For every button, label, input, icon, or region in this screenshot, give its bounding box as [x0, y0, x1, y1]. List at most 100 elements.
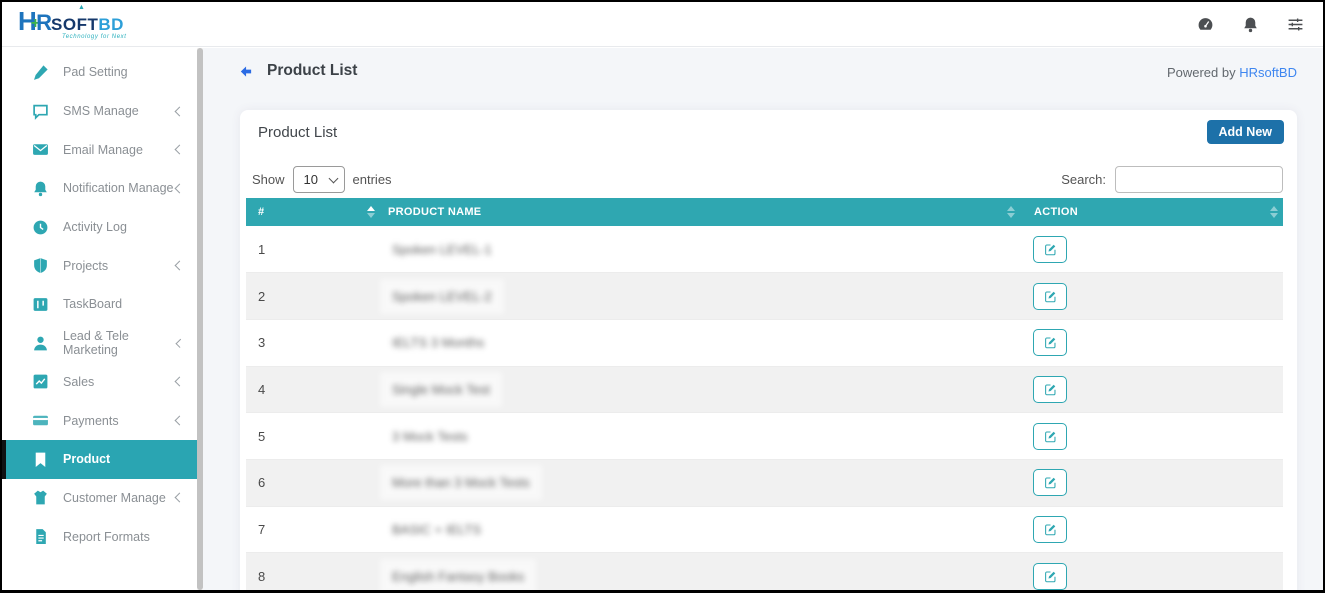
- edit-icon: [1044, 523, 1057, 536]
- action-cell: [1020, 366, 1283, 413]
- table-row: 4Single Mock Test: [246, 366, 1283, 413]
- bell-icon[interactable]: [1242, 16, 1260, 34]
- sidebar-item-product[interactable]: Product: [2, 440, 197, 479]
- payments-icon: [32, 412, 49, 429]
- row-number: 1: [246, 226, 380, 273]
- table-row: 8English Fantasy Books: [246, 553, 1283, 590]
- sidebar-item-payments[interactable]: Payments: [2, 401, 197, 440]
- powered-by-link[interactable]: HRsoftBD: [1239, 65, 1297, 80]
- add-new-button[interactable]: Add New: [1207, 120, 1284, 144]
- product-name-cell: BASIC + IELTS: [380, 506, 1020, 553]
- sidebar-item-email-manage[interactable]: Email Manage: [2, 130, 197, 169]
- table-row: 2Spoken LEVEL-2: [246, 273, 1283, 320]
- back-button[interactable]: [238, 64, 253, 79]
- action-cell: [1020, 273, 1283, 320]
- powered-by: Powered by HRsoftBD: [1167, 65, 1297, 80]
- column-header-label: PRODUCT NAME: [388, 206, 481, 218]
- page-length-select-wrap: 10: [293, 166, 345, 193]
- table-row: 1Spoken LEVEL-1: [246, 226, 1283, 273]
- table-row: 53 Mock Tests: [246, 413, 1283, 460]
- sidebar-scrollbar[interactable]: [197, 48, 203, 590]
- action-cell: [1020, 226, 1283, 273]
- sidebar-item-label: Customer Manage: [63, 491, 166, 505]
- logo-letter-r: R: [36, 10, 52, 35]
- app-logo[interactable]: H+RSOFTBD ▲ Technology for Next: [18, 6, 168, 44]
- sidebar-item-report-formats[interactable]: Report Formats: [2, 517, 197, 556]
- edit-button[interactable]: [1033, 516, 1067, 543]
- action-cell: [1020, 506, 1283, 553]
- edit-button[interactable]: [1033, 423, 1067, 450]
- logo-bd-text: BD: [98, 15, 124, 34]
- search-input[interactable]: [1115, 166, 1283, 193]
- sidebar-item-label: Lead & Tele Marketing: [63, 329, 177, 357]
- product-name-cell: 3 Mock Tests: [380, 413, 1020, 460]
- scrollbar-thumb[interactable]: [197, 48, 203, 590]
- table-controls: Show 10 entries Search:: [246, 166, 1283, 196]
- sidebar-item-label: Activity Log: [63, 220, 127, 234]
- column-header-action[interactable]: ACTION: [1020, 198, 1283, 226]
- page-length-select[interactable]: 10: [293, 166, 345, 193]
- sidebar-item-label: Report Formats: [63, 530, 150, 544]
- product-name-cell: Spoken LEVEL-1: [380, 226, 1020, 273]
- sidebar-item-sms-manage[interactable]: SMS Manage: [2, 92, 197, 131]
- action-cell: [1020, 553, 1283, 590]
- logo-tagline: Technology for Next: [62, 34, 127, 40]
- sidebar-item-label: Payments: [63, 414, 119, 428]
- product-name-cell: More than 3 Mock Tests: [380, 459, 1020, 506]
- sort-arrows-icon: [1270, 206, 1278, 218]
- edit-button[interactable]: [1033, 236, 1067, 263]
- page-title: Product List: [267, 62, 357, 80]
- sidebar-item-label: Projects: [63, 259, 108, 273]
- column-header-num[interactable]: #: [246, 198, 380, 226]
- product-list-card: Product List Add New Show 10 entries Sea…: [240, 110, 1297, 590]
- edit-button[interactable]: [1033, 283, 1067, 310]
- row-number: 5: [246, 413, 380, 460]
- edit-button[interactable]: [1033, 469, 1067, 496]
- edit-button[interactable]: [1033, 376, 1067, 403]
- sidebar-item-taskboard[interactable]: TaskBoard: [2, 285, 197, 324]
- sidebar-item-label: TaskBoard: [63, 297, 122, 311]
- row-number: 4: [246, 366, 380, 413]
- row-number: 3: [246, 319, 380, 366]
- table-row: 6More than 3 Mock Tests: [246, 459, 1283, 506]
- sort-arrows-icon: [1007, 206, 1015, 218]
- pad-icon: [32, 64, 49, 81]
- product-name: Spoken LEVEL-2: [380, 279, 504, 314]
- navbar-icon-group: [1197, 2, 1305, 47]
- card-title: Product List: [258, 124, 337, 141]
- email-icon: [32, 141, 49, 158]
- sidebar-item-label: Pad Setting: [63, 65, 128, 79]
- arrow-left-icon: [238, 64, 253, 79]
- sliders-icon[interactable]: [1287, 16, 1305, 34]
- sidebar-item-lead-tele-marketing[interactable]: Lead & Tele Marketing: [2, 324, 197, 363]
- sidebar-item-customer-manage[interactable]: Customer Manage: [2, 479, 197, 518]
- sidebar-item-projects[interactable]: Projects: [2, 246, 197, 285]
- edit-icon: [1044, 476, 1057, 489]
- sidebar-item-label: Notification Manage: [63, 181, 173, 195]
- table-row: 7BASIC + IELTS: [246, 506, 1283, 553]
- chevron-left-icon: [175, 145, 185, 155]
- search-label: Search:: [1061, 172, 1106, 187]
- chevron-left-icon: [175, 377, 185, 387]
- row-number: 2: [246, 273, 380, 320]
- product-table: # PRODUCT NAME ACTION 1Spoken LEVEL-12Spok…: [246, 198, 1283, 590]
- sidebar: Pad Setting SMS Manage Email Manage Notific…: [2, 48, 197, 590]
- chevron-left-icon: [175, 183, 185, 193]
- edit-button[interactable]: [1033, 329, 1067, 356]
- sidebar-item-pad-setting[interactable]: Pad Setting: [2, 53, 197, 92]
- sidebar-item-label: SMS Manage: [63, 104, 139, 118]
- sidebar-item-notification-manage[interactable]: Notification Manage: [2, 169, 197, 208]
- breadcrumb: Product List: [238, 62, 357, 80]
- column-header-product-name[interactable]: PRODUCT NAME: [380, 198, 1020, 226]
- product-name-cell: Single Mock Test: [380, 366, 1020, 413]
- edit-icon: [1044, 383, 1057, 396]
- dashboard-icon[interactable]: [1197, 16, 1215, 34]
- edit-button[interactable]: [1033, 563, 1067, 590]
- taskboard-icon: [32, 296, 49, 313]
- edit-icon: [1044, 290, 1057, 303]
- sidebar-item-sales[interactable]: Sales: [2, 363, 197, 402]
- edit-icon: [1044, 243, 1057, 256]
- column-header-label: ACTION: [1034, 206, 1078, 218]
- sidebar-item-activity-log[interactable]: Activity Log: [2, 208, 197, 247]
- lead-marketing-icon: [32, 335, 49, 352]
